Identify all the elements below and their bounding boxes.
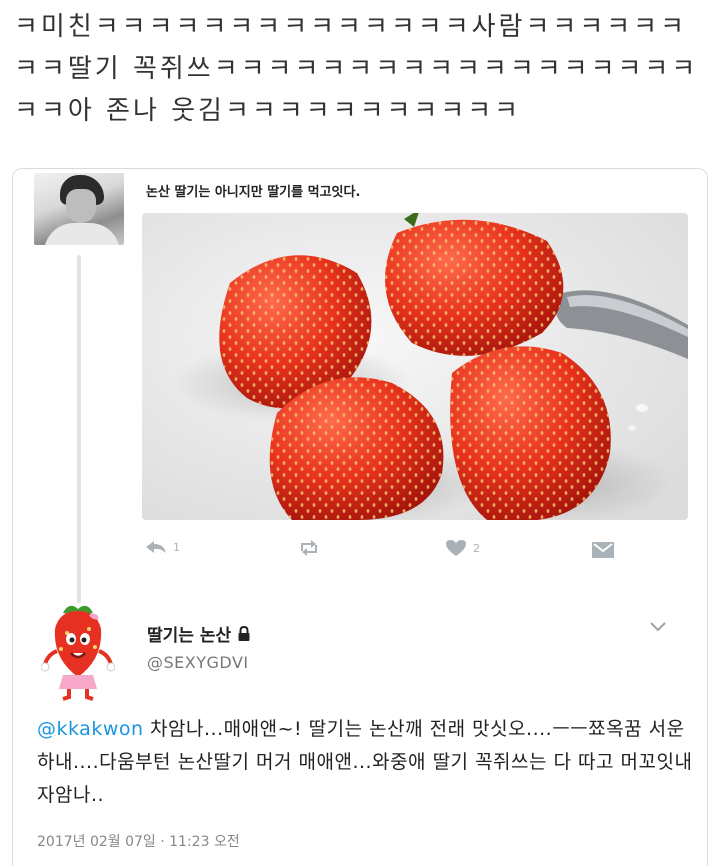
retweet-action[interactable]: [297, 539, 321, 557]
reply-mention-link[interactable]: @kkakwon: [37, 718, 144, 740]
reply-count: 1: [173, 540, 180, 554]
like-count: 2: [473, 541, 480, 555]
post-caption: ㅋ미친ㅋㅋㅋㅋㅋㅋㅋㅋㅋㅋㅋㅋㅋㅋ사람ㅋㅋㅋㅋㅋㅋㅋㅋ딸기 꼭쥐쓰ㅋㅋㅋㅋㅋㅋㅋ…: [14, 12, 699, 126]
reply-action[interactable]: 1: [145, 539, 180, 555]
like-action[interactable]: 2: [445, 539, 480, 557]
reply-timestamp[interactable]: 2017년 02월 07일 · 11:23 오전: [37, 831, 240, 851]
retweet-icon: [301, 540, 317, 556]
reply-name-row: 딸기는 논산: [147, 621, 251, 646]
reply-user-avatar[interactable]: [40, 599, 116, 701]
reply-handle[interactable]: @SEXYGDVI: [147, 653, 249, 672]
direct-message-icon: [592, 542, 614, 558]
heart-icon: [446, 540, 466, 556]
lock-icon: [238, 625, 250, 641]
strawberry-photo[interactable]: [142, 213, 688, 520]
quoted-tweet-text: 논산 딸기는 아니지만 딸기를 먹고잇다.: [146, 185, 361, 200]
tweet-actions: 1 2: [145, 539, 615, 563]
chevron-down-icon[interactable]: [649, 621, 667, 633]
direct-message-action[interactable]: [591, 539, 615, 559]
reply-icon: [146, 541, 166, 553]
thread-line: [77, 255, 81, 603]
reply-display-name[interactable]: 딸기는 논산: [147, 621, 231, 646]
reply-text: @kkakwon 차암나...매애앤~! 딸기는 논산깨 전래 맛싯오....ㅡ…: [37, 713, 697, 812]
tweet-card: 논산 딸기는 아니지만 딸기를 먹고잇다. 1 2 딸기는 논산 @SEXYGD…: [12, 168, 708, 866]
quoted-user-avatar[interactable]: [34, 173, 124, 245]
